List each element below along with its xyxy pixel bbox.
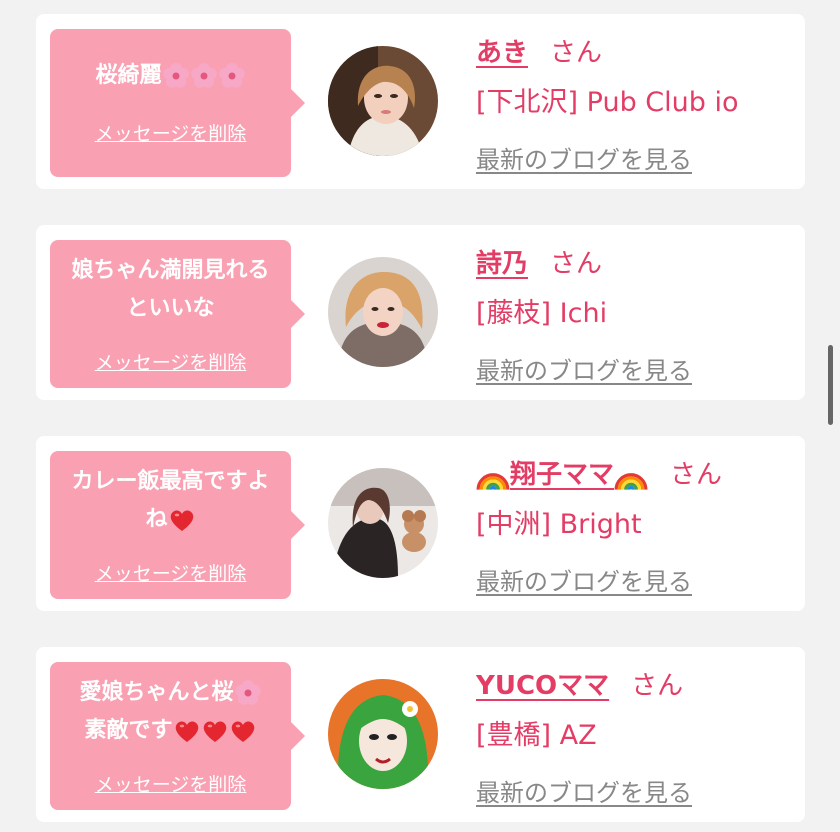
message-text-content: 桜綺麗 xyxy=(95,63,162,88)
name-row: YUCOママ さん xyxy=(476,665,683,702)
message-bubble: 娘ちゃん満開見れるといいな メッセージを削除 xyxy=(50,240,305,388)
shop-label: [中洲] Bright xyxy=(476,509,642,540)
message-card: 娘ちゃん満開見れるといいな メッセージを削除 詩乃 さん [藤枝] Ichi 最新… xyxy=(36,225,805,400)
message-text-line: 素敵です xyxy=(84,718,173,743)
message-card: 愛娘ちゃんと桜 素敵です メッセージを削除 YUCOママ さん [豊橋] AZ 最… xyxy=(36,647,805,822)
delete-message-link[interactable]: メッセージを削除 xyxy=(50,348,291,375)
delete-message-link[interactable]: メッセージを削除 xyxy=(50,770,291,797)
latest-blog-link[interactable]: 最新のブログを見る xyxy=(476,773,692,808)
message-card: カレー飯最高ですよね メッセージを削除 翔子ママ さん [中洲] Bright 最… xyxy=(36,436,805,611)
heart-icon xyxy=(170,510,193,531)
message-bubble: カレー飯最高ですよね メッセージを削除 xyxy=(50,451,305,599)
avatar[interactable] xyxy=(328,679,438,789)
message-bubble: 桜綺麗 メッセージを削除 xyxy=(50,29,305,177)
cherry-blossom-icon xyxy=(218,63,245,88)
delete-message-link[interactable]: メッセージを削除 xyxy=(50,119,291,146)
shop-label: [下北沢] Pub Club io xyxy=(476,87,739,118)
message-text: 桜綺麗 xyxy=(50,57,291,95)
latest-blog-link[interactable]: 最新のブログを見る xyxy=(476,562,692,597)
heart-icon xyxy=(175,721,198,742)
message-bubble: 愛娘ちゃんと桜 素敵です メッセージを削除 xyxy=(50,662,305,810)
scrollbar[interactable] xyxy=(828,345,833,425)
name-row: 翔子ママ さん xyxy=(476,454,722,494)
avatar[interactable] xyxy=(328,46,438,156)
honorific: さん xyxy=(631,671,684,701)
message-text: カレー飯最高ですよね xyxy=(50,463,291,539)
message-text: 娘ちゃん満開見れるといいな xyxy=(71,258,270,321)
cast-name-link[interactable]: 翔子ママ xyxy=(510,460,614,490)
cast-name-link[interactable]: あき xyxy=(476,38,528,68)
heart-icon xyxy=(203,721,226,742)
rainbow-icon xyxy=(614,472,648,491)
honorific: さん xyxy=(550,38,603,68)
avatar[interactable] xyxy=(328,257,438,367)
message-text-line: 愛娘ちゃんと桜 xyxy=(79,680,234,705)
latest-blog-link[interactable]: 最新のブログを見る xyxy=(476,351,692,386)
message-text: 愛娘ちゃんと桜 素敵です xyxy=(50,674,291,750)
latest-blog-link[interactable]: 最新のブログを見る xyxy=(476,140,692,175)
cherry-blossom-icon xyxy=(190,63,217,88)
honorific: さん xyxy=(670,460,723,490)
shop-label: [藤枝] Ichi xyxy=(476,298,608,329)
rainbow-icon xyxy=(476,472,510,491)
avatar[interactable] xyxy=(328,468,438,578)
cast-name-link[interactable]: YUCOママ xyxy=(476,671,609,701)
message-card: 桜綺麗 メッセージを削除 あき さん [下北沢] Pub Club io 最新のブ… xyxy=(36,14,805,189)
cherry-blossom-icon xyxy=(234,680,261,705)
cast-name-link[interactable]: 詩乃 xyxy=(476,249,528,279)
cherry-blossom-icon xyxy=(162,63,189,88)
name-row: あき さん xyxy=(476,32,602,69)
shop-label: [豊橋] AZ xyxy=(476,720,597,751)
name-row: 詩乃 さん xyxy=(476,243,602,280)
heart-icon xyxy=(231,721,254,742)
delete-message-link[interactable]: メッセージを削除 xyxy=(50,559,291,586)
honorific: さん xyxy=(550,249,603,279)
